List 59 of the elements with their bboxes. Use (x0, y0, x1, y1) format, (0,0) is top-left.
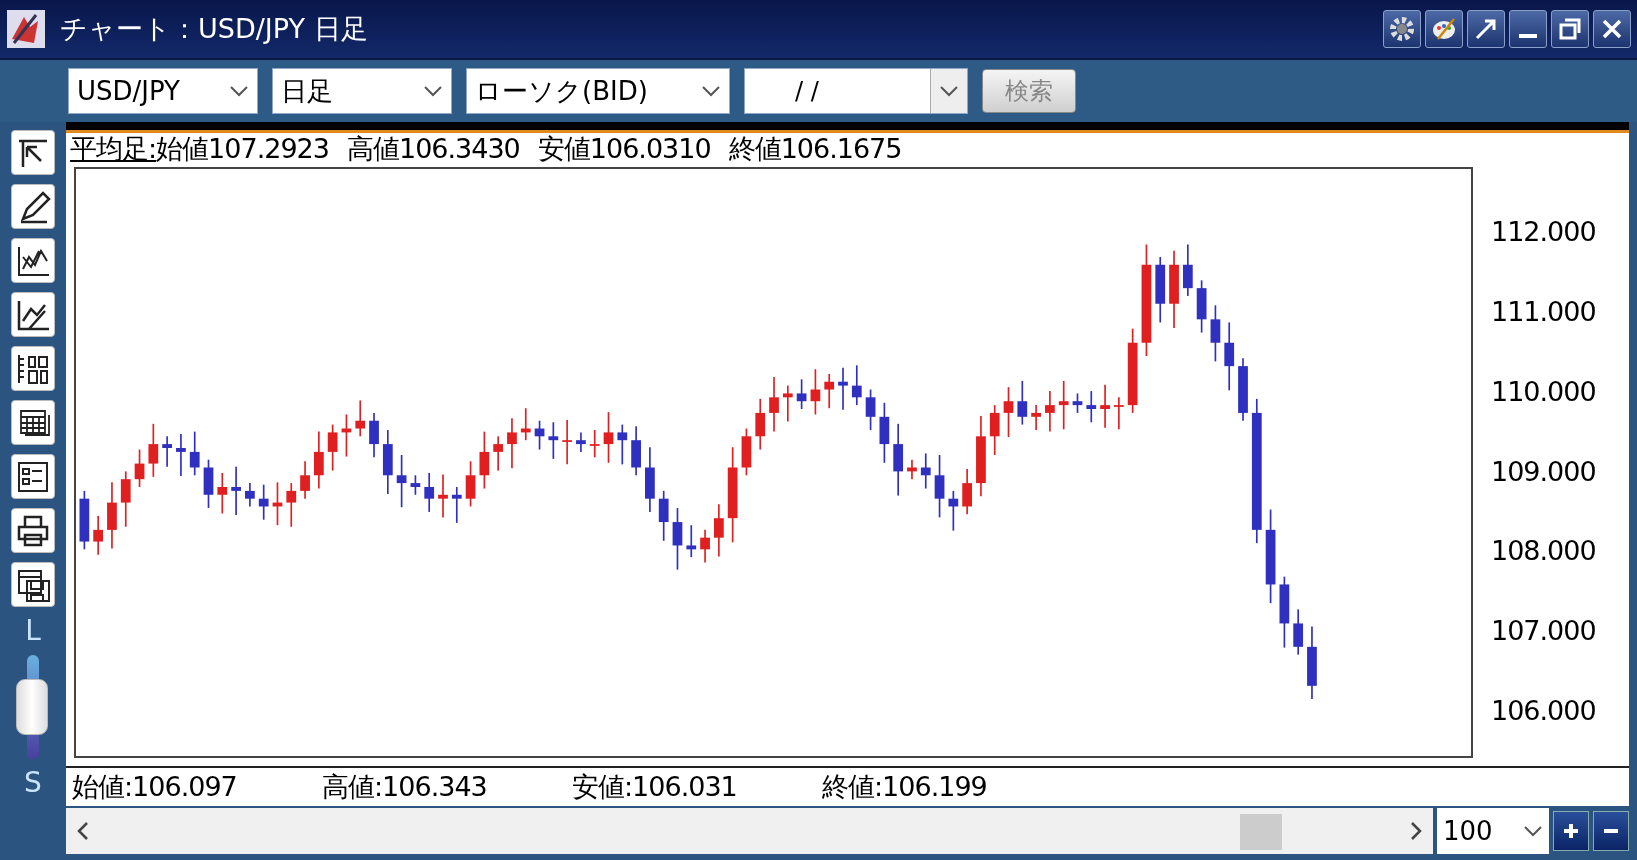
settings-button[interactable] (1383, 10, 1421, 48)
size-slider[interactable] (16, 655, 50, 759)
caret-icon (939, 85, 959, 97)
price-tick: 111.000 (1491, 295, 1596, 327)
pin-button[interactable] (1467, 10, 1505, 48)
caret-icon (229, 85, 249, 97)
price-tick: 106.000 (1491, 694, 1596, 726)
slider-thumb[interactable] (16, 679, 48, 735)
info-label: 平均足: (70, 132, 157, 166)
tool-button[interactable] (11, 400, 55, 445)
ohlc-value: 安値106.0310 (537, 132, 711, 166)
restore-icon (1558, 17, 1582, 41)
tool-button[interactable] (11, 562, 55, 607)
scroll-right-icon[interactable] (1409, 821, 1423, 841)
palette-button[interactable] (1425, 10, 1463, 48)
tool-button[interactable] (11, 130, 55, 175)
caret-icon (1523, 825, 1543, 837)
restore-button[interactable] (1551, 10, 1589, 48)
tool-button[interactable] (11, 346, 55, 391)
minimize-icon (1519, 34, 1537, 38)
close-button[interactable] (1593, 10, 1631, 48)
zoom-in-button[interactable] (1553, 811, 1589, 851)
ohlc-value: 始値107.2923 (156, 132, 329, 166)
chart-type-dropdown[interactable]: ローソク(BID) (466, 68, 730, 114)
tool-button[interactable] (11, 508, 55, 553)
minimize-button[interactable] (1509, 10, 1547, 48)
period-dropdown[interactable]: 日足 (272, 68, 452, 114)
window-title: チャート：USD/JPY 日足 (60, 12, 369, 46)
scroll-left-icon[interactable] (76, 821, 90, 841)
price-tick: 112.000 (1491, 215, 1596, 247)
price-tick: 110.000 (1491, 375, 1596, 407)
price-tick: 108.000 (1491, 534, 1596, 566)
settings-icon (1388, 15, 1416, 43)
caret-icon (423, 85, 443, 97)
ohlc-value: 始値:106.097 (72, 770, 238, 804)
price-tick: 109.000 (1491, 455, 1596, 487)
caret-icon (701, 85, 721, 97)
tool-button[interactable] (11, 184, 55, 229)
scroll-thumb[interactable] (1240, 814, 1282, 850)
date-field[interactable]: / / (744, 68, 968, 114)
ohlc-value: 高値:106.343 (322, 770, 488, 804)
tool-button[interactable] (11, 292, 55, 337)
close-icon (1600, 17, 1624, 41)
small-label: S (24, 768, 42, 798)
tool-button[interactable] (11, 238, 55, 283)
large-label: L (25, 616, 41, 646)
ohlc-value: 終値106.1675 (728, 132, 902, 166)
ohlc-value: 高値106.3430 (346, 132, 520, 166)
plus-icon (1561, 821, 1581, 841)
symbol-dropdown[interactable]: USD/JPY (68, 68, 258, 114)
zoom-dropdown[interactable]: 100 (1437, 808, 1549, 854)
ohlc-value: 安値:106.031 (572, 770, 738, 804)
price-tick: 107.000 (1491, 614, 1596, 646)
minus-icon (1604, 829, 1618, 833)
horizontal-scrollbar[interactable] (66, 808, 1433, 854)
zoom-out-button[interactable] (1593, 811, 1629, 851)
tool-button[interactable] (11, 454, 55, 499)
app-logo-icon (6, 9, 46, 49)
ohlc-value: 終値:106.199 (822, 770, 988, 804)
